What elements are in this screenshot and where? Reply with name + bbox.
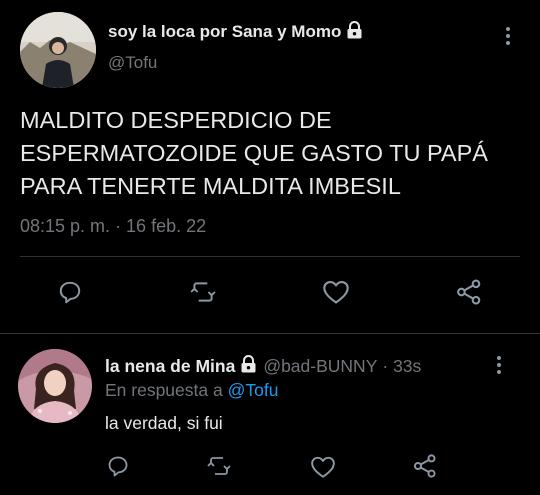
reply-icon[interactable] [57,279,83,305]
tweet-text: MALDITO DESPERDICIO DE ESPERMATOZOIDE QU… [20,104,488,203]
more-options-icon[interactable] [506,27,510,48]
more-options-icon[interactable] [497,356,501,377]
reply-time[interactable]: · 33s [382,356,421,377]
tweet-text-line: PARA TENERTE MALDITA IMBESIL [20,173,401,199]
divider [20,256,520,257]
reply-avatar-image [18,349,92,423]
reply-display-name[interactable]: la nena de Mina [105,356,235,377]
author-avatar[interactable] [20,12,96,88]
tweet-text-line: MALDITO DESPERDICIO DE [20,107,332,133]
like-icon[interactable] [322,279,350,305]
reply-handle[interactable]: @bad-BUNNY [263,356,377,377]
retweet-icon[interactable] [189,279,217,305]
tweet-text-line: ESPERMATOZOIDE QUE GASTO TU PAPÁ [20,140,488,166]
replying-to-link[interactable]: @Tofu [228,380,279,400]
author-display-name[interactable]: soy la loca por Sana y Momo [108,22,341,42]
author-avatar-image [20,12,96,88]
reply-avatar[interactable] [18,349,92,423]
retweet-icon[interactable] [206,454,232,478]
lock-icon [346,20,363,44]
replying-to: En respuesta a @Tofu [105,380,278,401]
lock-icon [240,354,257,378]
replying-to-label: En respuesta a [105,380,223,400]
reply-icon[interactable] [106,454,130,478]
reply-text: la verdad, si fui [105,413,223,433]
tweet-timestamp[interactable]: 08:15 p. m. · 16 feb. 22 [20,216,206,237]
like-icon[interactable] [310,455,336,479]
author-handle[interactable]: @Tofu [108,53,157,73]
share-icon[interactable] [455,278,483,306]
share-icon[interactable] [412,453,438,479]
thread-divider [0,333,540,334]
